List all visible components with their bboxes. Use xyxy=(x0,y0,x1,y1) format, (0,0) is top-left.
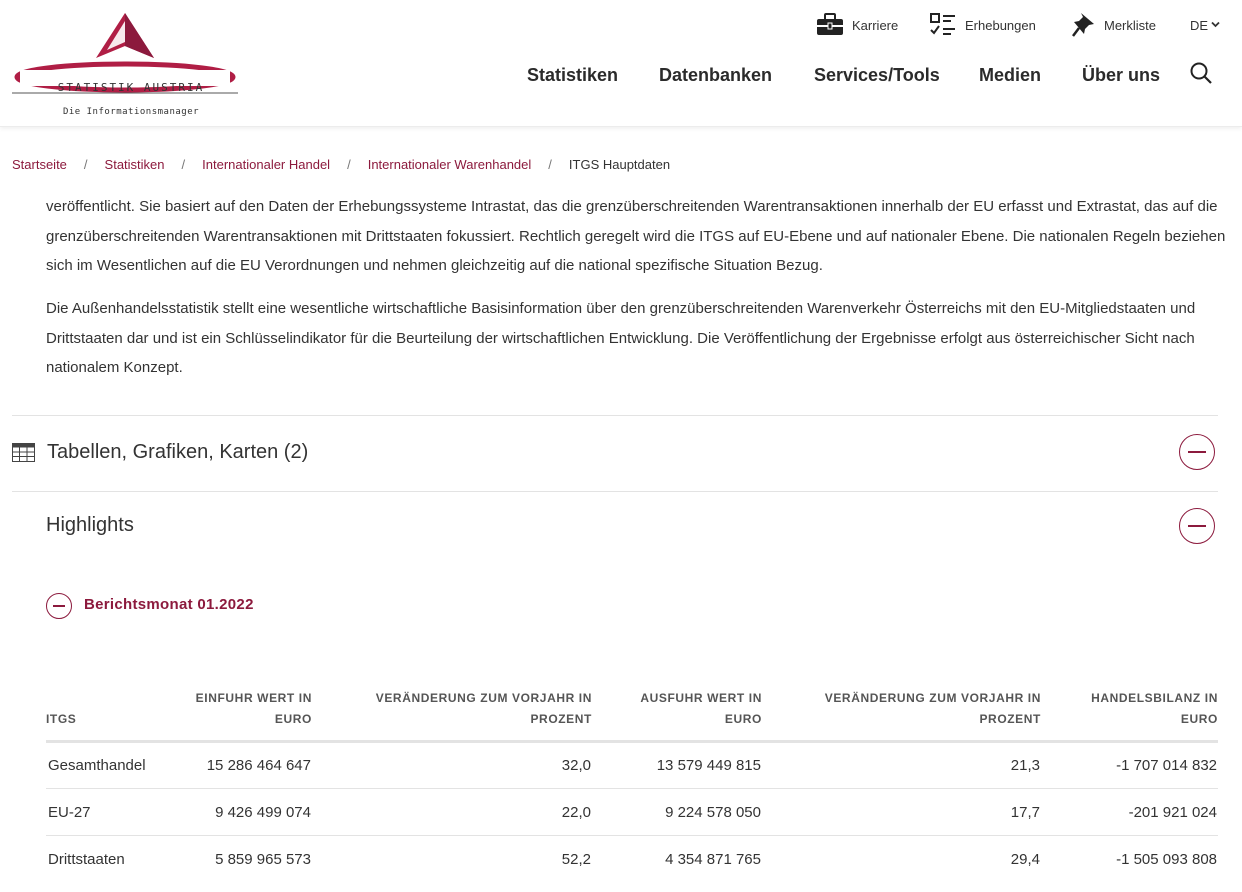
column-header-handelsbilanz: HANDELSBILANZ IN EURO xyxy=(1041,688,1218,743)
description-paragraph: Die Außenhandelsstatistik stellt eine we… xyxy=(46,300,1196,376)
table-cell: 17,7 xyxy=(762,788,1041,836)
intro-paragraph: veröffentlicht. Sie basiert auf den Date… xyxy=(46,198,1226,274)
table-cell: 52,2 xyxy=(561,850,591,868)
table-cell: -1 505 093 808 xyxy=(1116,850,1217,868)
collapse-tables-button[interactable] xyxy=(1179,434,1215,470)
table-cell: 9 224 578 050 xyxy=(592,788,762,836)
breadcrumb-separator: / xyxy=(181,156,186,172)
collapse-highlights-button[interactable] xyxy=(1179,508,1215,544)
chevron-down-icon xyxy=(1211,20,1220,31)
language-label: DE xyxy=(1190,17,1209,33)
column-header-veraenderung-einfuhr: VERÄNDERUNG ZUM VORJAHR IN PROZENT xyxy=(312,688,592,743)
logo-tagline: Die Informationsmanager xyxy=(62,107,200,117)
table-icon xyxy=(12,442,35,462)
merkliste-link[interactable]: Merkliste xyxy=(1072,10,1156,40)
site-header: STATISTIK AUSTRIA Die Informationsmanage… xyxy=(0,0,1242,127)
column-header-ausfuhr: AUSFUHR WERT IN EURO xyxy=(592,688,762,743)
merkliste-label: Merkliste xyxy=(1104,17,1157,33)
nav-datenbanken[interactable]: Datenbanken xyxy=(659,60,772,90)
table-cell: Drittstaaten xyxy=(48,850,125,868)
table-cell: EU-27 xyxy=(46,788,166,836)
table-cell: 9 426 499 074 xyxy=(166,788,312,836)
table-cell: 5 859 965 573 xyxy=(215,850,311,868)
breadcrumb-internationaler-handel[interactable]: Internationaler Handel xyxy=(202,157,330,172)
table-cell: 15 286 464 647 xyxy=(166,741,312,789)
table-cell: 22,0 xyxy=(312,788,592,836)
table-cell: 4 354 871 765 xyxy=(665,850,761,868)
karriere-label: Karriere xyxy=(852,17,899,33)
language-selector[interactable]: DE xyxy=(1190,10,1220,40)
breadcrumb-current: ITGS Hauptdaten xyxy=(568,156,671,172)
table-row: Drittstaaten 5 859 965 573 52,2 4 354 87… xyxy=(46,836,1218,883)
breadcrumb-statistiken[interactable]: Statistiken xyxy=(105,157,165,172)
section-divider xyxy=(12,491,1218,492)
collapse-report-month-button[interactable] xyxy=(46,593,72,619)
breadcrumb-internationaler-warenhandel[interactable]: Internationaler Warenhandel xyxy=(368,157,532,172)
accordion-tables-title: Tabellen, Grafiken, Karten (2) xyxy=(47,440,309,463)
table-cell: -1 707 014 832 xyxy=(1041,741,1218,789)
breadcrumb-startseite[interactable]: Startseite xyxy=(12,157,67,172)
erhebungen-link[interactable]: Erhebungen xyxy=(929,10,1036,40)
logo-wordmark: STATISTIK AUSTRIA xyxy=(57,81,205,94)
karriere-link[interactable]: Karriere xyxy=(816,10,898,40)
checklist-icon xyxy=(929,12,957,38)
table-row: Gesamthandel 15 286 464 647 32,0 13 579 … xyxy=(46,741,1218,789)
column-header-itgs: ITGS xyxy=(46,688,166,743)
report-month-title[interactable]: Berichtsmonat 01.2022 xyxy=(84,594,254,614)
logo-graphic xyxy=(12,13,238,94)
table-row: EU-27 9 426 499 074 22,0 9 224 578 050 1… xyxy=(46,788,1218,836)
breadcrumb-separator: / xyxy=(347,156,351,172)
section-divider xyxy=(12,415,1218,416)
breadcrumb-separator: / xyxy=(83,156,88,172)
nav-statistiken[interactable]: Statistiken xyxy=(527,60,618,90)
pin-icon xyxy=(1072,12,1096,38)
search-icon[interactable] xyxy=(1189,61,1213,85)
nav-ueber-uns[interactable]: Über uns xyxy=(1082,60,1160,90)
table-cell: Gesamthandel xyxy=(46,741,166,789)
accordion-tables-header[interactable]: Tabellen, Grafiken, Karten (2) xyxy=(12,438,308,466)
column-header-einfuhr: EINFUHR WERT IN EURO xyxy=(166,688,312,743)
nav-services-tools[interactable]: Services/Tools xyxy=(814,60,940,90)
table-header-row: ITGS EINFUHR WERT IN EURO VERÄNDERUNG ZU… xyxy=(46,688,1218,743)
briefcase-icon xyxy=(816,13,844,37)
table-cell: -201 921 024 xyxy=(1041,788,1218,836)
column-header-veraenderung-ausfuhr: VERÄNDERUNG ZUM VORJAHR IN PROZENT xyxy=(762,688,1041,743)
table-cell: 21,3 xyxy=(762,741,1041,789)
table-cell: 32,0 xyxy=(312,741,592,789)
table-cell: 13 579 449 815 xyxy=(592,741,762,789)
breadcrumb: Startseite / Statistiken / International… xyxy=(12,155,670,173)
nav-medien[interactable]: Medien xyxy=(979,60,1041,90)
itgs-data-table: ITGS EINFUHR WERT IN EURO VERÄNDERUNG ZU… xyxy=(46,688,1218,883)
erhebungen-label: Erhebungen xyxy=(965,17,1036,33)
table-cell: 29,4 xyxy=(1010,850,1040,868)
statistik-austria-logo[interactable]: STATISTIK AUSTRIA Die Informationsmanage… xyxy=(10,10,240,117)
breadcrumb-separator: / xyxy=(548,156,552,172)
accordion-highlights-title[interactable]: Highlights xyxy=(46,511,134,539)
